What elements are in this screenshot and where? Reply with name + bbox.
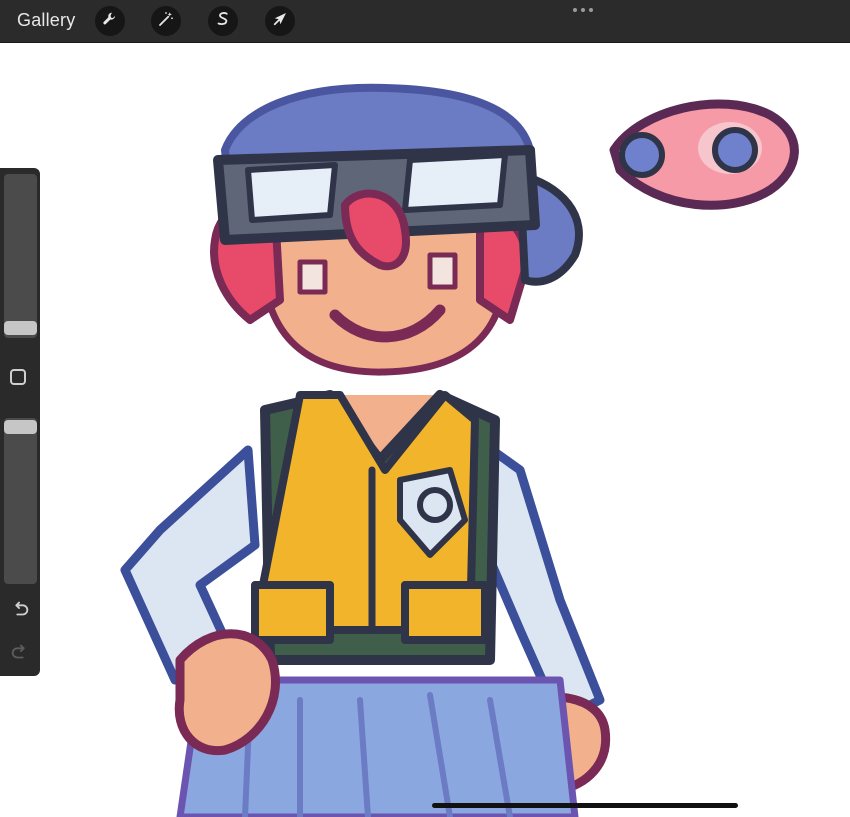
more-dots-icon[interactable]: [573, 8, 593, 12]
brush-sidebar: [0, 168, 40, 676]
gallery-button[interactable]: Gallery: [17, 10, 75, 31]
home-indicator[interactable]: [432, 803, 738, 808]
top-toolbar: Gallery: [0, 0, 850, 43]
redo-icon[interactable]: [9, 641, 31, 663]
drawing-canvas[interactable]: [0, 42, 850, 817]
eye-creature: [609, 99, 799, 210]
arrow-cursor-icon: [271, 10, 289, 33]
opacity-slider[interactable]: [4, 418, 37, 584]
selection-s-icon: [214, 10, 232, 33]
opacity-thumb[interactable]: [4, 420, 37, 434]
magic-wand-icon: [157, 10, 175, 33]
selection-button[interactable]: [208, 6, 238, 36]
square-modifier-icon[interactable]: [10, 369, 26, 385]
transform-button[interactable]: [265, 6, 295, 36]
actions-button[interactable]: [95, 6, 125, 36]
brush-size-slider[interactable]: [4, 174, 37, 338]
undo-icon[interactable]: [9, 598, 31, 620]
adjustments-button[interactable]: [151, 6, 181, 36]
brush-size-thumb[interactable]: [4, 321, 37, 335]
character-artwork: [120, 83, 799, 817]
wrench-icon: [101, 10, 119, 33]
